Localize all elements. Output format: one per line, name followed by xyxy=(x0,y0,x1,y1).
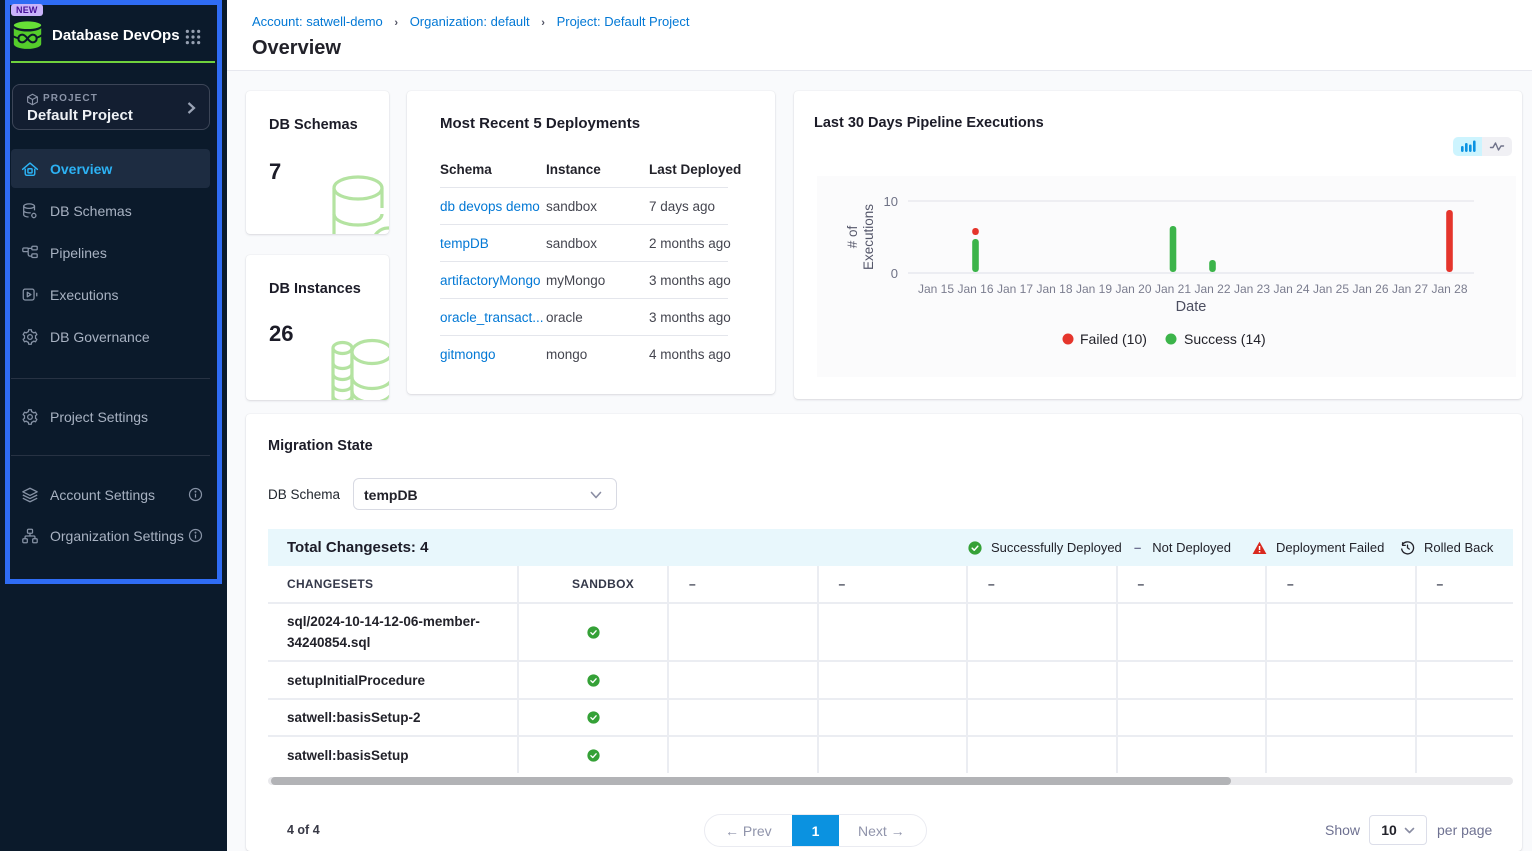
svg-text:Jan 15: Jan 15 xyxy=(918,282,954,296)
svg-text:Jan 17: Jan 17 xyxy=(997,282,1033,296)
svg-text:Failed (10): Failed (10) xyxy=(1080,331,1147,347)
svg-text:10: 10 xyxy=(884,194,898,209)
svg-text:Jan 16: Jan 16 xyxy=(957,282,993,296)
svg-text:Jan 28: Jan 28 xyxy=(1431,282,1467,296)
svg-text:Success (14): Success (14) xyxy=(1184,331,1266,347)
svg-text:Jan 20: Jan 20 xyxy=(1115,282,1151,296)
svg-text:Jan 27: Jan 27 xyxy=(1392,282,1428,296)
svg-text:Jan 26: Jan 26 xyxy=(1352,282,1388,296)
svg-text:Jan 25: Jan 25 xyxy=(1313,282,1349,296)
svg-text:Jan 22: Jan 22 xyxy=(1194,282,1230,296)
svg-text:Jan 24: Jan 24 xyxy=(1273,282,1309,296)
svg-text:Jan 21: Jan 21 xyxy=(1155,282,1191,296)
svg-text:Jan 19: Jan 19 xyxy=(1076,282,1112,296)
svg-text:Jan 23: Jan 23 xyxy=(1234,282,1270,296)
svg-text:0: 0 xyxy=(891,266,898,281)
svg-text:Jan 18: Jan 18 xyxy=(1036,282,1072,296)
svg-text:Date: Date xyxy=(1176,299,1207,315)
